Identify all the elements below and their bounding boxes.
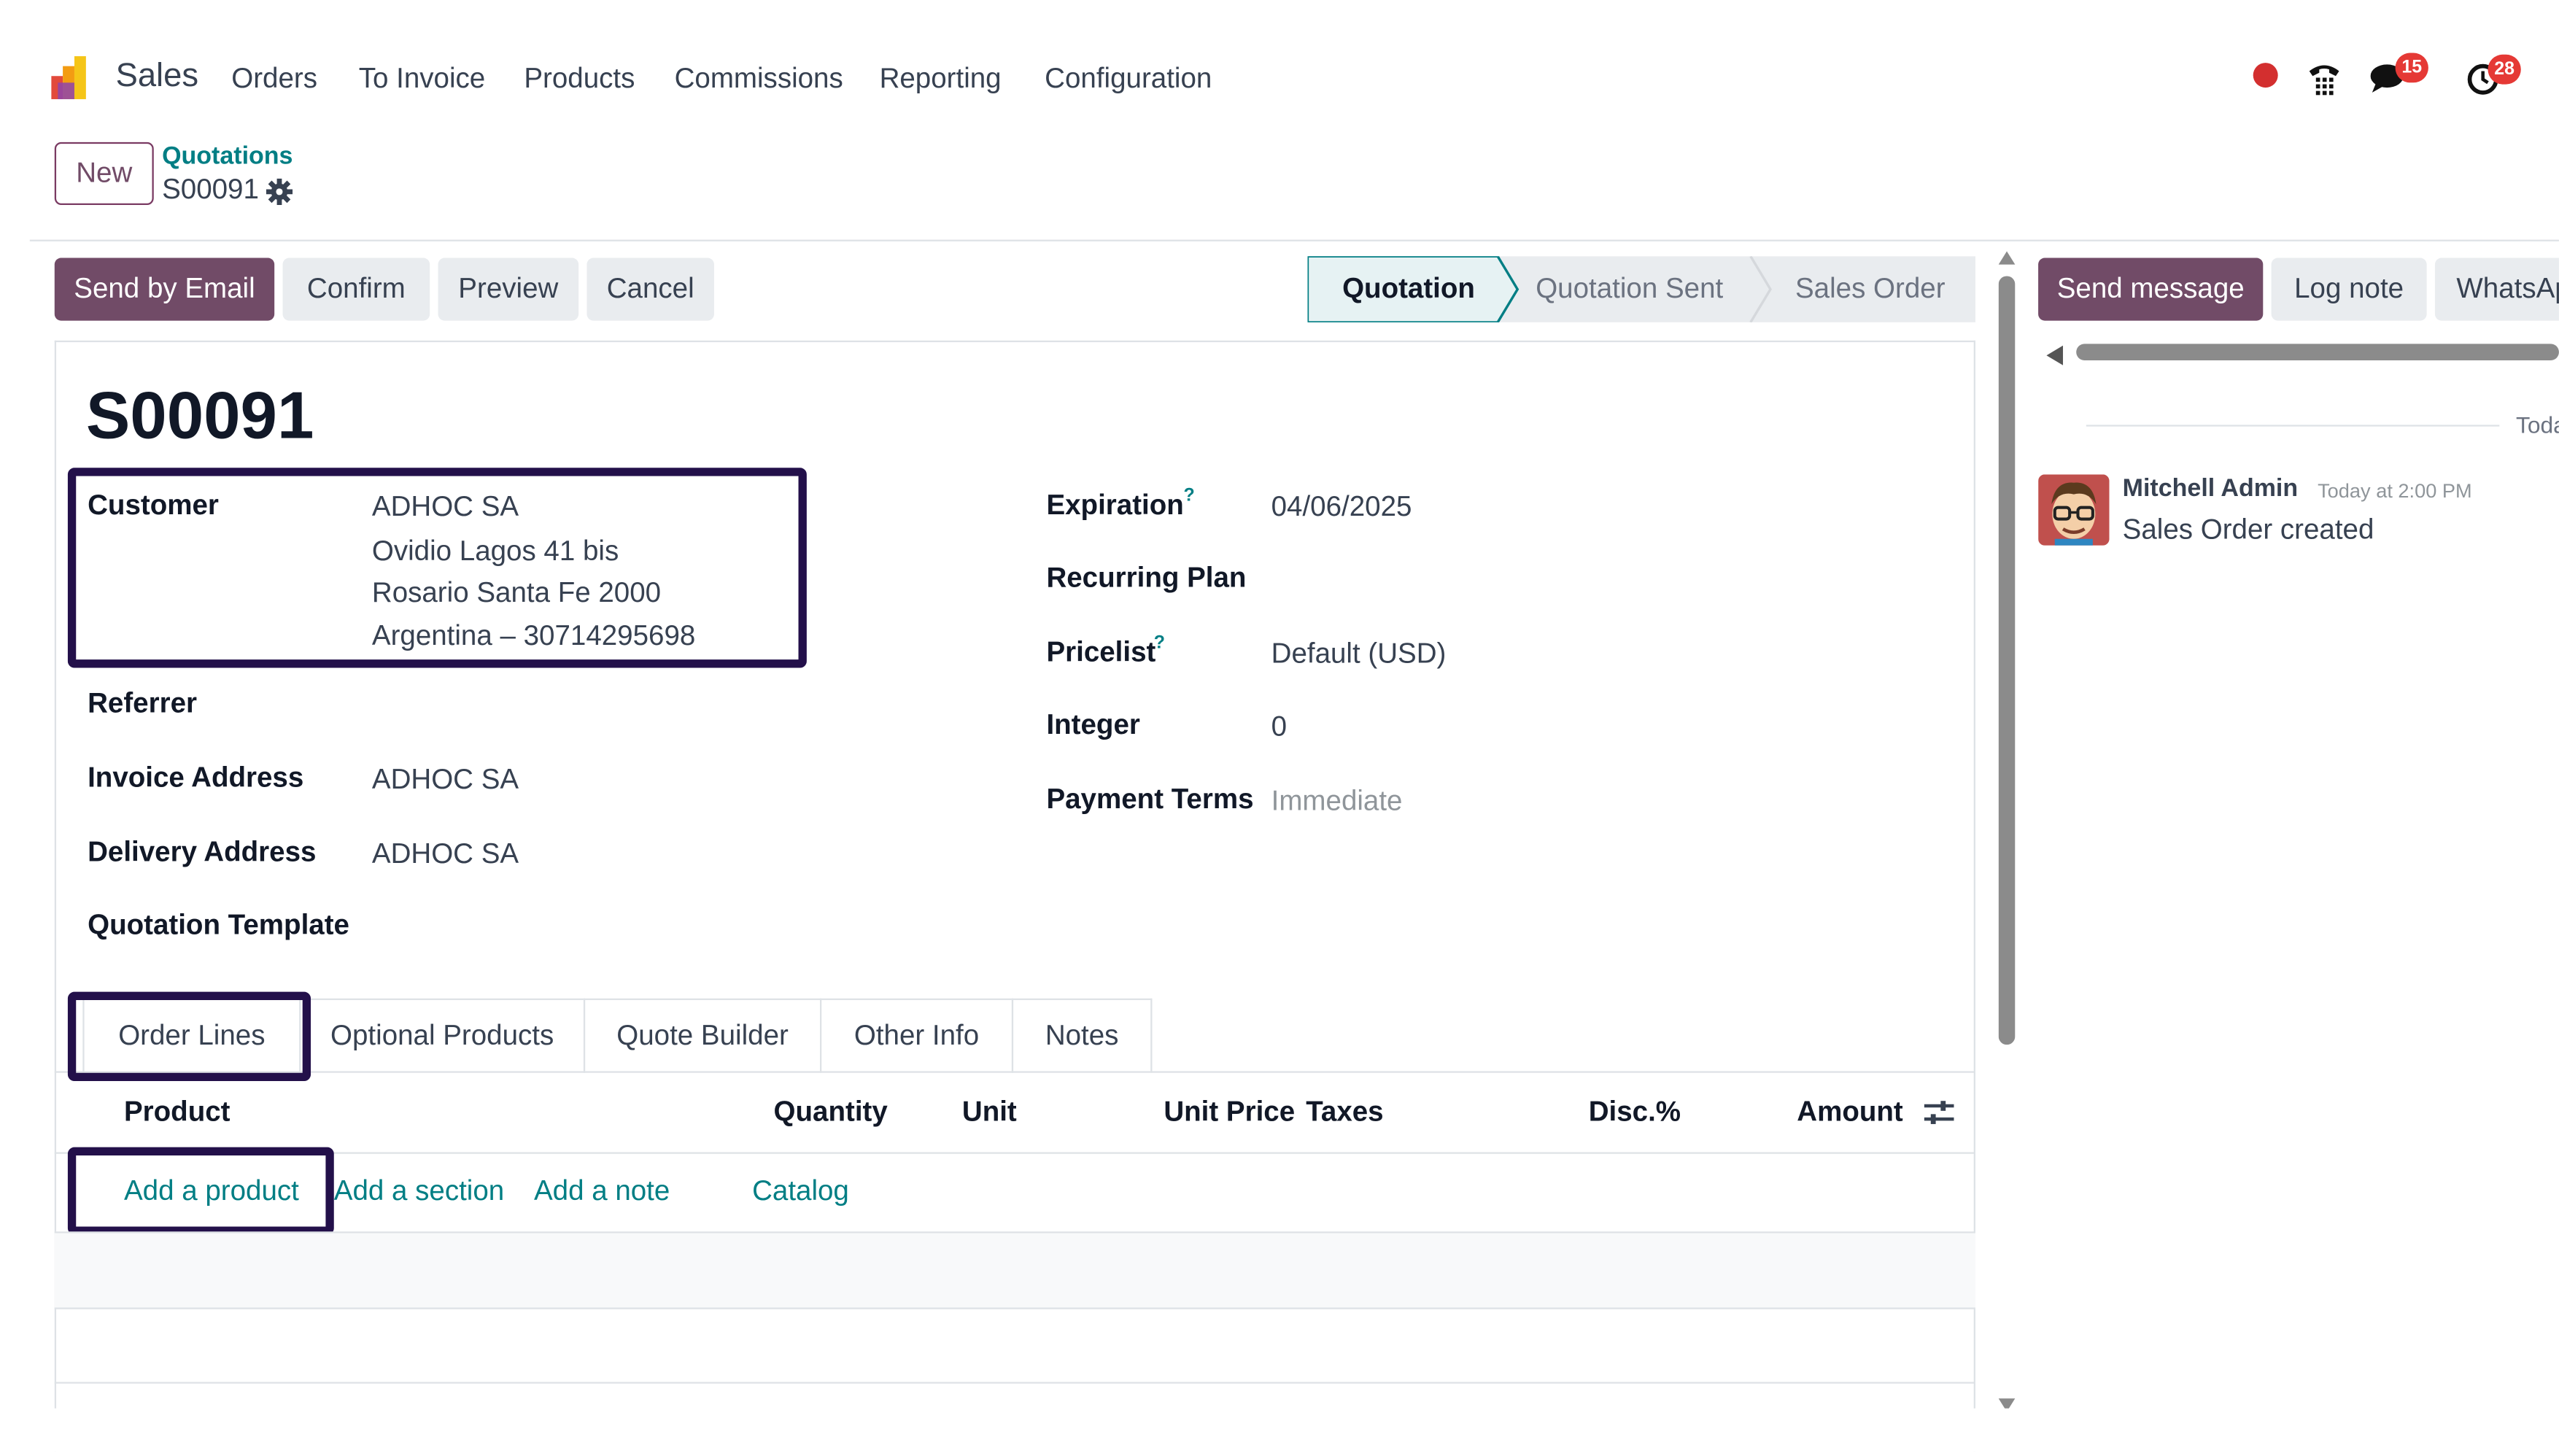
- send-by-email-button[interactable]: Send by Email: [54, 257, 275, 321]
- pricelist-value[interactable]: Default (USD): [1271, 638, 1447, 671]
- app-name[interactable]: Sales: [116, 58, 198, 96]
- pricelist-label: Pricelist: [1046, 636, 1156, 668]
- integer-label: Integer: [1046, 709, 1140, 741]
- messages-badge: 15: [2395, 53, 2428, 83]
- column-amount[interactable]: Amount: [1797, 1096, 1903, 1128]
- tab-optional-products[interactable]: Optional Products: [299, 998, 586, 1073]
- tab-notes[interactable]: Notes: [1011, 998, 1153, 1073]
- chatter-horizontal-scrollbar[interactable]: [2076, 344, 2559, 361]
- column-product[interactable]: Product: [124, 1096, 231, 1128]
- recurring-plan-label: Recurring Plan: [1046, 562, 1247, 594]
- confirm-button[interactable]: Confirm: [282, 257, 430, 321]
- column-settings-icon[interactable]: [1924, 1099, 1954, 1134]
- payment-terms-label: Payment Terms: [1046, 783, 1254, 816]
- menu-products[interactable]: Products: [524, 63, 635, 96]
- empty-row-divider: [54, 1307, 1975, 1309]
- empty-row: [54, 1233, 1975, 1308]
- add-product-highlight-box: [67, 1147, 334, 1235]
- referrer-label: Referrer: [88, 687, 198, 719]
- messages-icon[interactable]: 15: [2370, 53, 2428, 99]
- column-taxes[interactable]: Taxes: [1306, 1096, 1383, 1128]
- page-bottom-edge: [0, 1408, 2559, 1452]
- column-discount[interactable]: Disc.%: [1589, 1096, 1681, 1128]
- gear-icon[interactable]: [266, 178, 293, 214]
- empty-row-divider-2: [54, 1382, 1975, 1384]
- message-author[interactable]: Mitchell Admin: [2123, 474, 2298, 503]
- date-separator-line: [2086, 425, 2500, 427]
- new-button[interactable]: New: [54, 142, 154, 205]
- message-time: Today at 2:00 PM: [2318, 479, 2472, 503]
- breadcrumb-quotations[interactable]: Quotations: [162, 142, 293, 171]
- integer-value[interactable]: 0: [1271, 710, 1287, 743]
- record-title: S00091: [85, 380, 314, 453]
- payment-terms-input[interactable]: Immediate: [1271, 785, 1403, 818]
- menu-commissions[interactable]: Commissions: [675, 63, 843, 96]
- order-lines-highlight-box: [67, 991, 311, 1082]
- tabs-divider: [54, 1071, 1975, 1073]
- tab-other-info[interactable]: Other Info: [819, 998, 1014, 1073]
- status-bar: Quotation Quotation Sent Sales Order: [1307, 256, 1975, 322]
- activities-badge: 28: [2488, 54, 2521, 85]
- menu-configuration[interactable]: Configuration: [1045, 63, 1212, 96]
- whatsapp-button[interactable]: WhatsApp: [2434, 257, 2559, 321]
- pricelist-help-icon[interactable]: ?: [1154, 633, 1165, 653]
- add-section-link[interactable]: Add a section: [334, 1175, 504, 1208]
- phone-icon[interactable]: [2306, 60, 2342, 104]
- record-dot-icon[interactable]: [2253, 63, 2278, 88]
- delivery-address-value[interactable]: ADHOC SA: [372, 838, 519, 871]
- customer-highlight-box: [67, 468, 807, 668]
- menu-reporting[interactable]: Reporting: [880, 63, 1002, 96]
- header-row-divider: [54, 1152, 1975, 1154]
- chatter-scroll-left-icon[interactable]: [2046, 344, 2064, 373]
- delivery-address-label: Delivery Address: [88, 836, 317, 868]
- invoice-address-value[interactable]: ADHOC SA: [372, 764, 519, 797]
- add-note-link[interactable]: Add a note: [534, 1175, 670, 1208]
- invoice-address-label: Invoice Address: [88, 762, 304, 794]
- column-quantity[interactable]: Quantity: [774, 1096, 888, 1128]
- column-unit-price[interactable]: Unit Price: [1164, 1096, 1295, 1128]
- send-message-button[interactable]: Send message: [2038, 257, 2264, 321]
- header-divider: [29, 239, 2559, 241]
- sales-app-icon[interactable]: [51, 56, 97, 99]
- status-quotation-sent[interactable]: Quotation Sent: [1536, 273, 1723, 306]
- cancel-button[interactable]: Cancel: [586, 257, 714, 321]
- menu-orders[interactable]: Orders: [231, 63, 317, 96]
- catalog-link[interactable]: Catalog: [752, 1175, 849, 1208]
- expiration-help-icon[interactable]: ?: [1184, 486, 1195, 506]
- status-quotation[interactable]: Quotation: [1342, 273, 1475, 306]
- message-body: Sales Order created: [2122, 514, 2374, 546]
- screen: Sales Orders To Invoice Products Commiss…: [0, 0, 2559, 1452]
- tab-quote-builder[interactable]: Quote Builder: [583, 998, 822, 1073]
- preview-button[interactable]: Preview: [438, 257, 579, 321]
- menu-to-invoice[interactable]: To Invoice: [359, 63, 485, 96]
- form-scrollbar[interactable]: [1998, 251, 2016, 1412]
- activities-clock-icon[interactable]: 28: [2466, 54, 2521, 101]
- date-separator: Today: [2516, 411, 2559, 438]
- status-sales-order[interactable]: Sales Order: [1795, 273, 1946, 306]
- avatar[interactable]: [2038, 474, 2110, 546]
- expiration-label: Expiration: [1046, 489, 1184, 521]
- log-note-button[interactable]: Log note: [2271, 257, 2427, 321]
- expiration-value[interactable]: 04/06/2025: [1271, 491, 1412, 524]
- quotation-template-label: Quotation Template: [88, 909, 349, 941]
- breadcrumb-current: S00091: [162, 173, 259, 205]
- column-unit[interactable]: Unit: [962, 1096, 1017, 1128]
